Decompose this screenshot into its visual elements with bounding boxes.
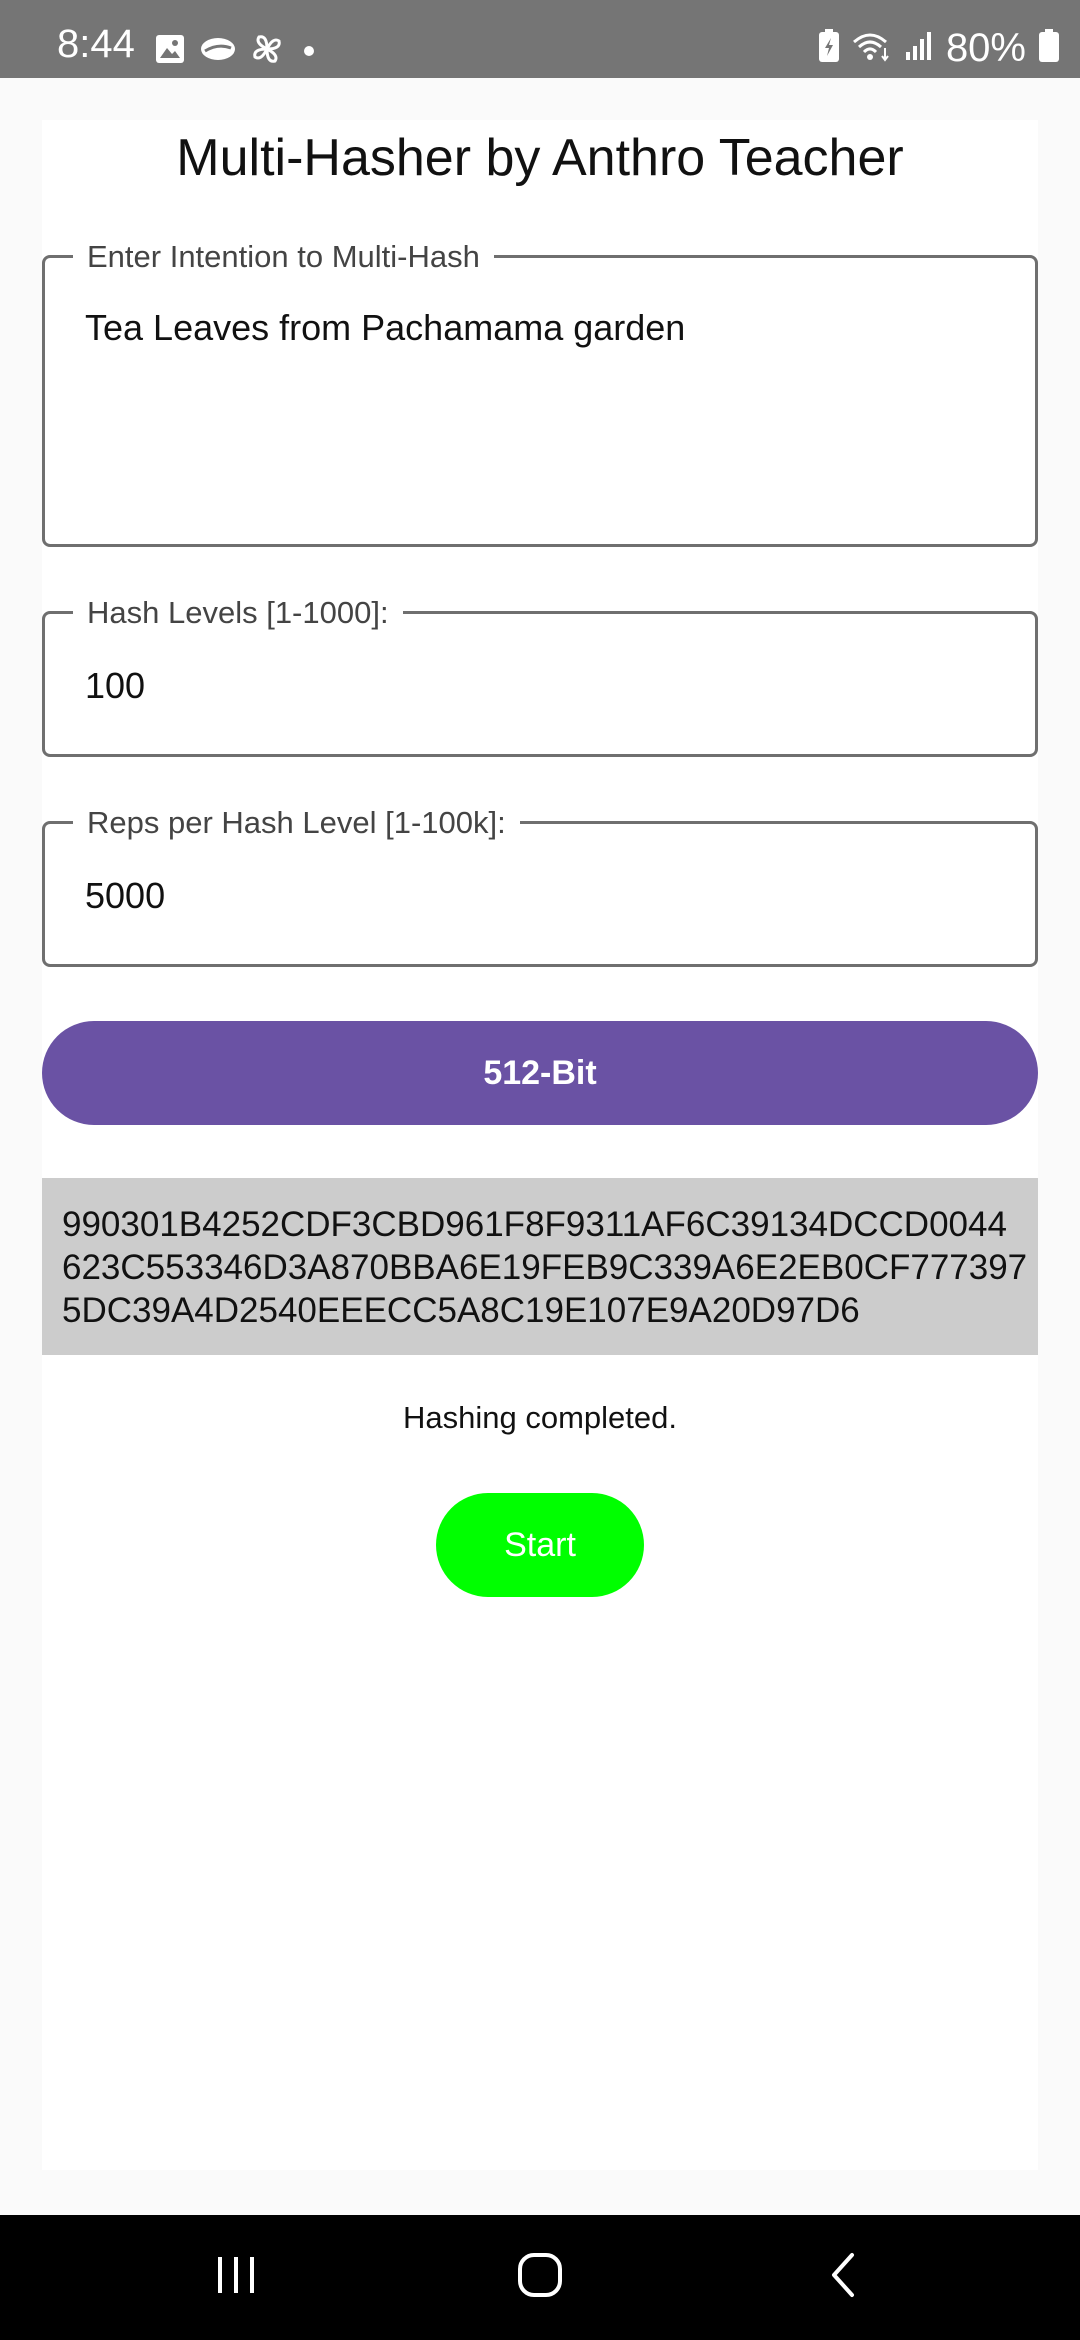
home-icon xyxy=(516,2251,564,2304)
bit-size-button[interactable]: 512-Bit xyxy=(42,1021,1038,1125)
back-button[interactable] xyxy=(752,2215,932,2340)
hash-levels-label: Hash Levels [1-1000]: xyxy=(73,596,403,630)
battery-percent: 80% xyxy=(945,26,1026,70)
reps-label: Reps per Hash Level [1-100k]: xyxy=(73,806,520,840)
home-button[interactable] xyxy=(450,2215,630,2340)
status-message: Hashing completed. xyxy=(403,1400,677,1435)
hash-output-line: 623C553346D3A870BBA6E19FEB9C339A6E2EB0CF… xyxy=(62,1248,1028,1287)
navigation-bar xyxy=(0,2215,1080,2340)
battery-saver-icon xyxy=(818,28,840,68)
signal-icon xyxy=(904,30,934,67)
hash-levels-field[interactable]: Hash Levels [1-1000]: 100 xyxy=(42,596,1038,757)
status-bar: 8:44 80% xyxy=(0,0,1080,78)
status-left-icons xyxy=(155,33,321,70)
pinwheel-icon xyxy=(251,33,283,70)
status-right: 80% xyxy=(818,28,1060,68)
recents-icon xyxy=(214,2255,258,2300)
intention-field[interactable]: Enter Intention to Multi-Hash Tea Leaves… xyxy=(42,240,1038,547)
hash-output-line: 5DC39A4D2540EEECC5A8C19E107E9A20D97D6 xyxy=(62,1291,860,1330)
cloud-icon xyxy=(199,34,237,69)
reps-value: 5000 xyxy=(85,875,166,916)
status-time: 8:44 xyxy=(57,22,135,66)
battery-icon xyxy=(1038,28,1060,68)
reps-field[interactable]: Reps per Hash Level [1-100k]: 5000 xyxy=(42,806,1038,967)
hash-output: 990301B4252CDF3CBD961F8F9311AF6C39134DCC… xyxy=(42,1178,1038,1355)
hash-output-line: 990301B4252CDF3CBD961F8F9311AF6C39134DCC… xyxy=(62,1205,1007,1244)
hash-levels-value: 100 xyxy=(85,665,146,706)
recents-button[interactable] xyxy=(146,2215,326,2340)
intention-value: Tea Leaves from Pachamama garden xyxy=(85,307,686,348)
page-title: Multi-Hasher by Anthro Teacher xyxy=(176,129,904,187)
intention-label: Enter Intention to Multi-Hash xyxy=(73,240,494,274)
back-icon xyxy=(826,2251,858,2304)
wifi-icon xyxy=(852,30,892,67)
image-icon xyxy=(155,34,185,69)
notification-dot-icon xyxy=(297,34,321,69)
start-button[interactable]: Start xyxy=(436,1493,644,1597)
